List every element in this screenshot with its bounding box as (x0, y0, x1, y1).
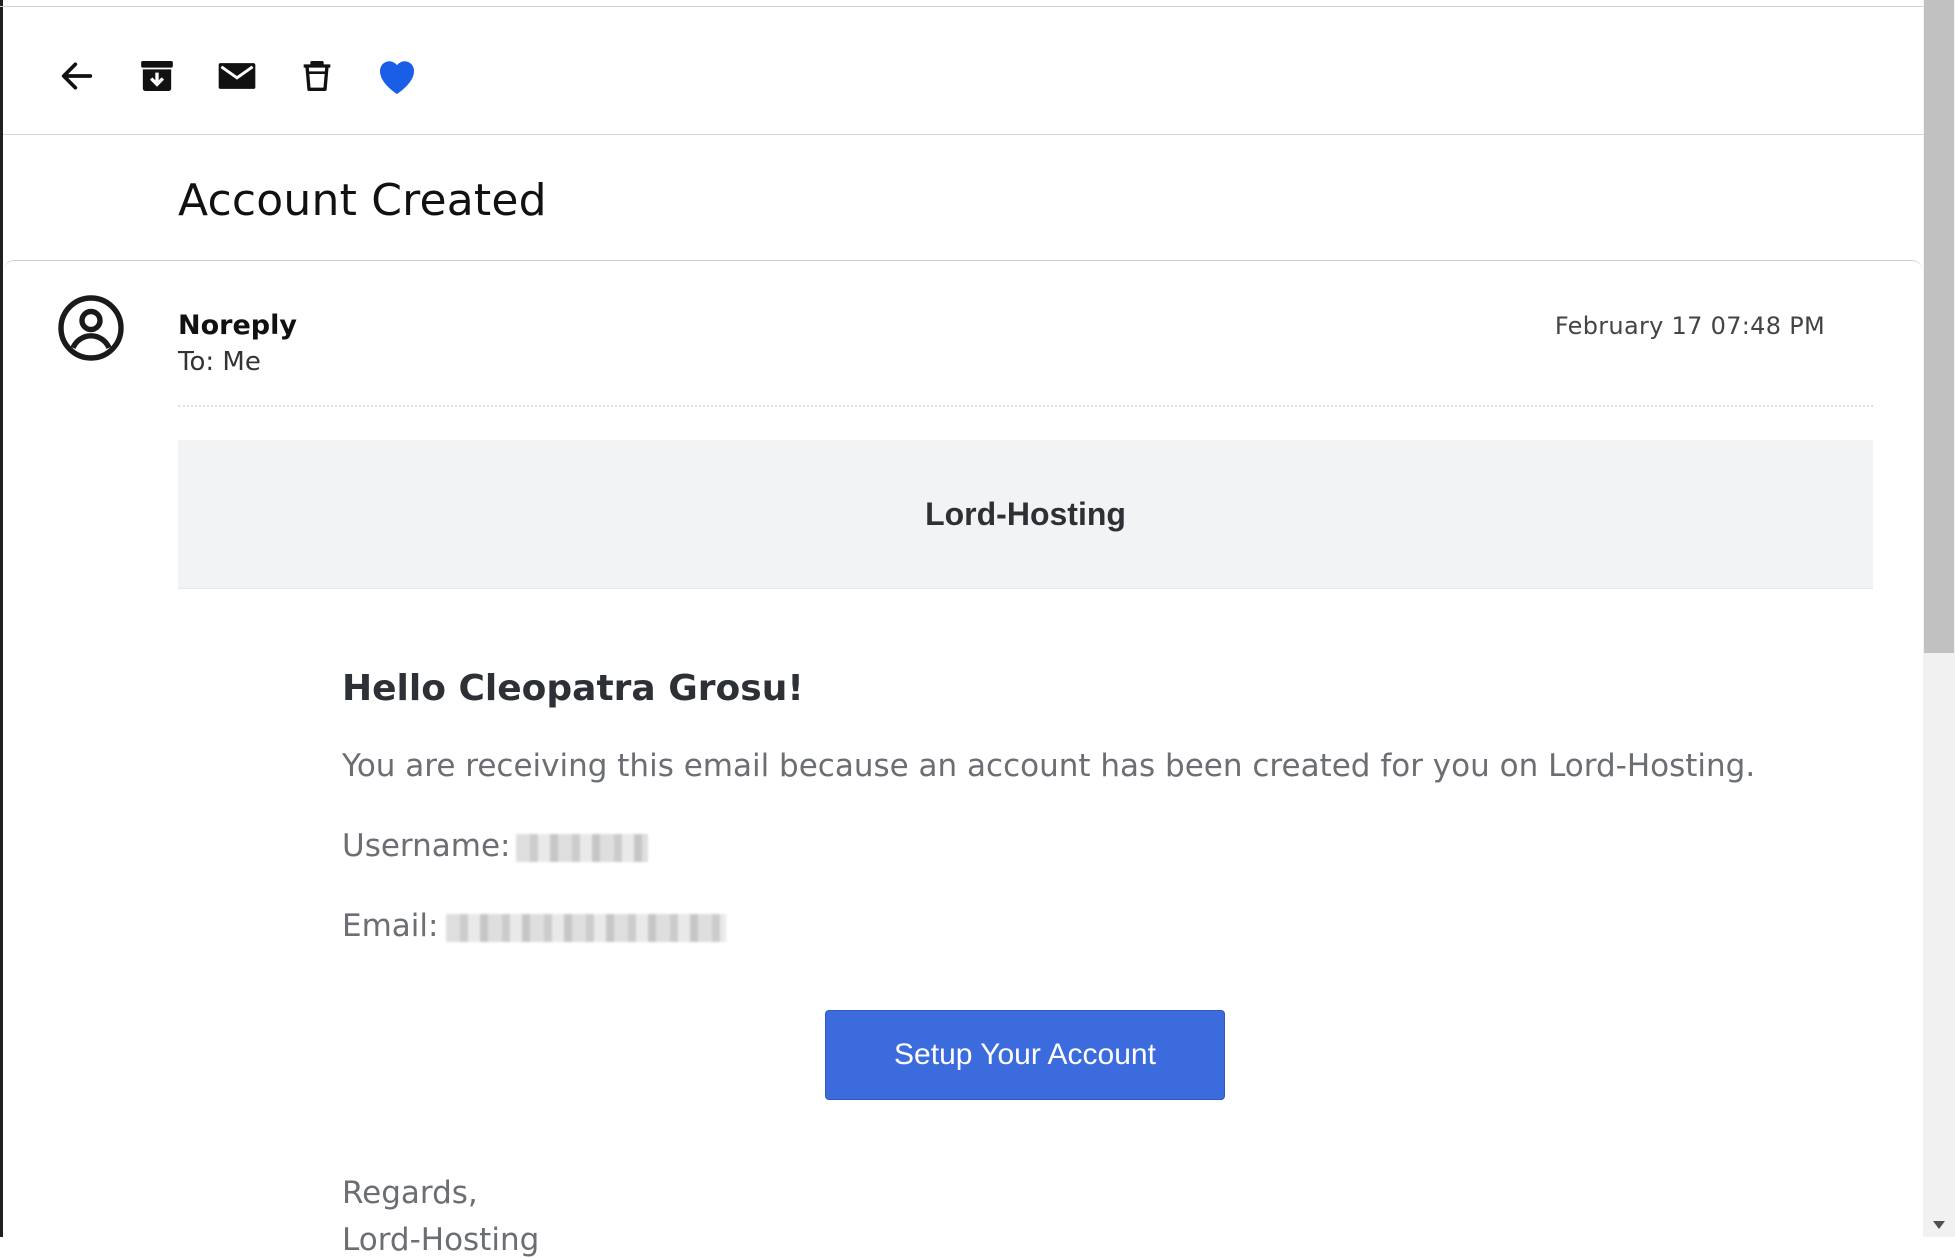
username-line: Username: (342, 828, 649, 864)
subject-divider (4, 260, 1922, 271)
sender-name: Noreply (178, 310, 297, 341)
intro-text: You are receiving this email because an … (342, 748, 1756, 784)
user-circle-icon (58, 295, 124, 361)
arrow-left-icon (61, 62, 93, 90)
back-button[interactable] (53, 52, 101, 100)
scroll-down-button[interactable] (1923, 1212, 1955, 1237)
heart-icon (379, 61, 415, 94)
redacted-username (516, 833, 649, 862)
email-date: February 17 07:48 PM (1554, 312, 1825, 340)
greeting: Hello Cleopatra Grosu! (342, 668, 804, 709)
username-label: Username: (342, 828, 511, 864)
signature-text: Lord-Hosting (342, 1222, 540, 1258)
sender-avatar (55, 292, 127, 364)
redacted-email (446, 913, 727, 942)
archive-icon (141, 61, 173, 91)
archive-button[interactable] (133, 52, 181, 100)
recipient-line: To: Me (178, 347, 261, 377)
email-subject: Account Created (178, 175, 547, 226)
header-divider (178, 405, 1873, 407)
envelope-icon (218, 63, 256, 89)
triangle-down-icon (1933, 1220, 1945, 1229)
scrollbar-thumb[interactable] (1924, 0, 1954, 653)
brand-name: Lord-Hosting (925, 495, 1126, 532)
email-line: Email: (342, 908, 727, 944)
trash-icon (303, 61, 331, 92)
favorite-button[interactable] (373, 52, 421, 100)
mark-unread-button[interactable] (213, 52, 261, 100)
delete-button[interactable] (293, 52, 341, 100)
regards-text: Regards, (342, 1175, 478, 1211)
email-brand-header: Lord-Hosting (178, 440, 1873, 589)
setup-account-button[interactable]: Setup Your Account (825, 1010, 1225, 1100)
email-label: Email: (342, 908, 439, 944)
toolbar (3, 6, 1923, 135)
